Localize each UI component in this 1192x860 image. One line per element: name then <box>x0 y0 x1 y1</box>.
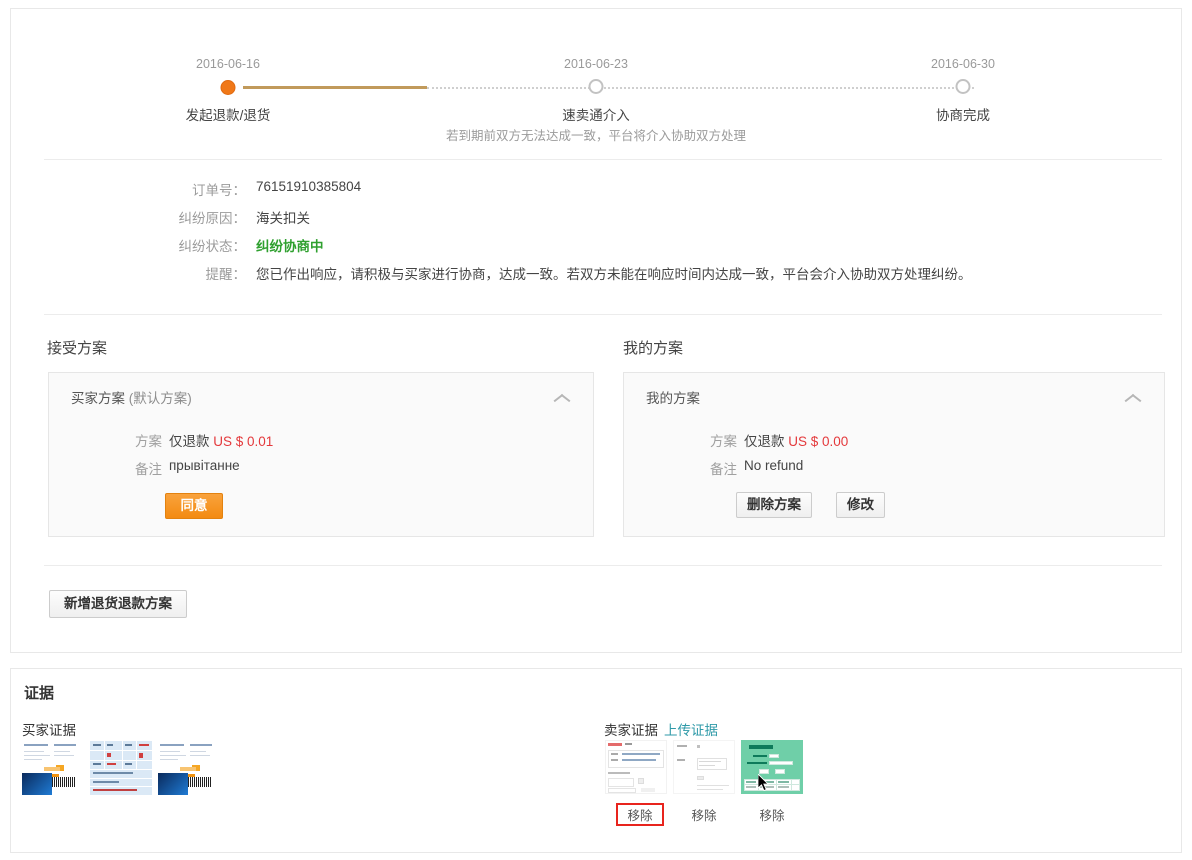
agree-button[interactable]: 同意 <box>165 493 223 519</box>
buyer-proposal-title-suffix: (默认方案) <box>129 391 192 406</box>
divider-bottom <box>44 565 1162 566</box>
divider-top <box>44 159 1162 160</box>
edit-plan-button[interactable]: 修改 <box>836 492 885 518</box>
delete-plan-button[interactable]: 删除方案 <box>736 492 812 518</box>
timeline-step-2-marker <box>589 79 604 94</box>
my-proposal-title: 我的方案 <box>646 391 700 406</box>
detail-row-status: 纠纷状态： 纠纷协商中 <box>11 235 1181 263</box>
dispute-detail-page: 2016-06-16 发起退款/退货 2016-06-23 速卖通介入 若到期前… <box>0 0 1192 860</box>
detail-row-reason: 纠纷原因： 海关扣关 <box>11 207 1181 235</box>
timeline-step-1-marker <box>221 80 236 95</box>
buyer-plan-amount: US $ 0.01 <box>213 434 273 449</box>
my-plan-amount: US $ 0.00 <box>788 434 848 449</box>
my-note-label: 备注 <box>710 458 737 478</box>
buyer-plan-type: 仅退款 <box>169 434 210 449</box>
buyer-evidence-1[interactable] <box>22 741 84 795</box>
detail-label-reason: 纠纷原因： <box>106 207 246 227</box>
chevron-up-icon[interactable] <box>554 393 569 402</box>
buyer-note-value: прывітанне <box>169 458 240 473</box>
remove-evidence-2-button[interactable]: 移除 <box>673 805 735 824</box>
detail-value-order-no: 76151910385804 <box>256 179 361 194</box>
seller-evidence-1[interactable] <box>605 740 667 794</box>
timeline-step-1-date: 2016-06-16 <box>196 57 260 71</box>
buyer-plan-label: 方案 <box>135 430 162 450</box>
timeline-step-2-label: 速卖通介入 <box>562 104 630 124</box>
upload-evidence-link[interactable]: 上传证据 <box>664 719 718 739</box>
dispute-progress-timeline: 2016-06-16 发起退款/退货 2016-06-23 速卖通介入 若到期前… <box>11 9 1181 149</box>
buyer-proposal-title: 买家方案 <box>71 391 125 406</box>
buyer-proposal-header: 买家方案 (默认方案) <box>71 387 192 407</box>
my-plan-label: 方案 <box>710 430 737 450</box>
buyer-evidence-2[interactable] <box>90 741 152 795</box>
detail-label-order-no: 订单号： <box>106 179 246 199</box>
detail-label-status: 纠纷状态： <box>106 235 246 255</box>
seller-evidence-label: 卖家证据 <box>604 719 658 739</box>
timeline-step-1-label: 发起退款/退货 <box>186 104 271 124</box>
timeline-track-pending <box>427 87 974 89</box>
my-plan-value: 仅退款 US $ 0.00 <box>744 430 848 450</box>
my-proposal-box: 我的方案 方案 仅退款 US $ 0.00 备注 No refund 删除方案 … <box>623 372 1165 537</box>
seller-evidence-2[interactable] <box>673 740 735 794</box>
remove-evidence-3-button[interactable]: 移除 <box>741 805 803 824</box>
accept-proposal-title: 接受方案 <box>47 337 107 358</box>
chevron-up-icon[interactable] <box>1125 393 1140 402</box>
timeline-step-3-label: 协商完成 <box>936 104 990 124</box>
detail-value-reminder: 您已作出响应，请积极与买家进行协商，达成一致。若双方未能在响应时间内达成一致，平… <box>256 263 972 283</box>
add-return-refund-plan-button[interactable]: 新增退货退款方案 <box>49 590 187 618</box>
timeline-step-2-date: 2016-06-23 <box>564 57 628 71</box>
buyer-proposal-box: 买家方案 (默认方案) 方案 仅退款 US $ 0.01 备注 прывітан… <box>48 372 594 537</box>
buyer-plan-value: 仅退款 US $ 0.01 <box>169 430 273 450</box>
detail-label-reminder: 提醒： <box>106 263 246 283</box>
divider-middle <box>44 314 1162 315</box>
seller-evidence-3[interactable] <box>741 740 803 794</box>
my-plan-type: 仅退款 <box>744 434 785 449</box>
status-badge: 纠纷协商中 <box>256 235 324 255</box>
evidence-heading: 证据 <box>24 682 54 703</box>
detail-row-order-no: 订单号： 76151910385804 <box>11 179 1181 207</box>
timeline-step-3-date: 2016-06-30 <box>931 57 995 71</box>
dispute-detail-list: 订单号： 76151910385804 纠纷原因： 海关扣关 纠纷状态： 纠纷协… <box>11 179 1181 291</box>
detail-row-reminder: 提醒： 您已作出响应，请积极与买家进行协商，达成一致。若双方未能在响应时间内达成… <box>11 263 1181 291</box>
buyer-evidence-3[interactable] <box>158 741 220 795</box>
remove-evidence-1-button[interactable]: 移除 <box>616 803 664 826</box>
buyer-note-label: 备注 <box>135 458 162 478</box>
my-proposal-title: 我的方案 <box>623 337 683 358</box>
timeline-step-3-marker <box>956 79 971 94</box>
my-note-value: No refund <box>744 458 803 473</box>
dispute-summary-card: 2016-06-16 发起退款/退货 2016-06-23 速卖通介入 若到期前… <box>10 8 1182 653</box>
detail-value-reason: 海关扣关 <box>256 207 310 227</box>
timeline-track-completed <box>243 86 427 89</box>
my-proposal-header: 我的方案 <box>646 387 700 407</box>
timeline-step-2-note: 若到期前双方无法达成一致，平台将介入协助双方处理 <box>446 125 746 144</box>
buyer-evidence-label: 买家证据 <box>22 719 76 739</box>
